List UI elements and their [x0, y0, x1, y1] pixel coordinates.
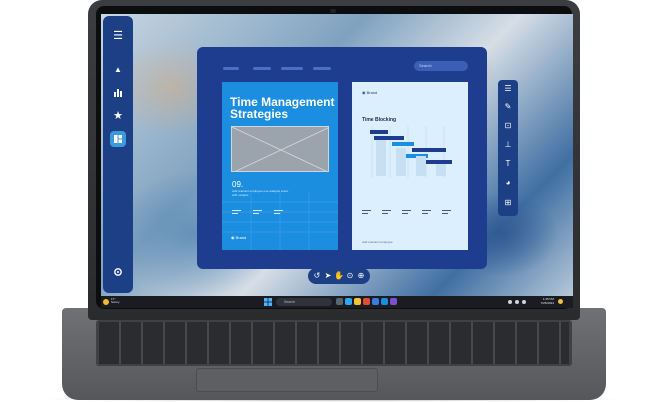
mail-icon[interactable]: [372, 298, 379, 305]
taskbar-clock[interactable]: 1:45 PM 7/25/2024: [532, 297, 554, 305]
block-1: [370, 130, 388, 134]
block-3: [392, 142, 414, 146]
nav-item-3[interactable]: [281, 67, 303, 70]
slide-title: Time Management Strategies: [230, 95, 335, 121]
weather-desc: Sunny: [111, 300, 120, 304]
star-icon[interactable]: ★: [110, 108, 126, 124]
text-icon[interactable]: T: [502, 158, 514, 170]
pie-chart-icon[interactable]: ◕: [502, 177, 514, 189]
block-col-1: [376, 140, 386, 176]
notification-icon[interactable]: [558, 299, 563, 304]
block-col-4: [436, 164, 446, 176]
crop-icon[interactable]: ⊡: [502, 120, 514, 132]
touchpad: [196, 368, 378, 392]
volume-icon[interactable]: [522, 300, 526, 304]
block-2: [374, 136, 404, 140]
slide-body-text: Add relevant employee use analysis exam …: [232, 189, 289, 197]
nav-item-4[interactable]: [313, 67, 331, 70]
slide-column-4: ▬▬▬ ▬▬: [422, 208, 431, 215]
block-col-3: [416, 156, 426, 176]
browser-icon[interactable]: [345, 298, 352, 305]
slide-footer: Add relevant employee: [362, 240, 393, 244]
block-4: [412, 148, 446, 152]
editing-toolbar: ☰ ✎ ⊡ ⊥ T ◕ ⊞: [498, 80, 518, 216]
slide-column-3: ▬▬▬ ▬▬: [274, 208, 283, 215]
app-sidebar: ☰ ▲ ★: [103, 16, 133, 293]
taskbar-search[interactable]: Search: [276, 298, 332, 306]
task-view-icon[interactable]: [336, 298, 343, 305]
slide-column-3: ▬▬▬ ▬▬: [402, 208, 411, 215]
block-col-2: [396, 148, 406, 176]
bar-chart-icon[interactable]: [110, 84, 126, 100]
clock-date: 7/25/2024: [540, 300, 554, 305]
tray-icon-1[interactable]: [508, 300, 512, 304]
nav-item-1[interactable]: [223, 67, 239, 70]
block-6: [422, 160, 452, 164]
slide-column-1: ▬▬▬ ▬▬: [362, 208, 371, 215]
slide-logo: ◉ Brand: [231, 235, 247, 240]
teams-icon[interactable]: [390, 298, 397, 305]
slide-column-2: ▬▬▬ ▬▬: [382, 208, 391, 215]
slide-column-2: ▬▬▬ ▬▬: [253, 208, 262, 215]
windows-start-icon[interactable]: [264, 298, 272, 306]
bottom-toolbar: ↺ ➤ ✋ ⊙ ⊕: [308, 268, 370, 284]
add-icon[interactable]: ⊕: [355, 270, 367, 282]
slide-column-5: ▬▬▬ ▬▬: [442, 208, 451, 215]
slide-column-1: ▬▬▬ ▬▬: [232, 208, 241, 215]
nav-item-2[interactable]: [253, 67, 271, 70]
menu-icon[interactable]: ☰: [110, 28, 126, 44]
webcam: [330, 9, 336, 13]
sun-icon[interactable]: [103, 299, 109, 305]
gear-icon[interactable]: [110, 264, 126, 280]
image-placeholder: [231, 126, 329, 172]
slide-number: 09.: [232, 180, 244, 189]
weather-widget[interactable]: 17° Sunny: [111, 298, 120, 304]
time-blocking-chart: [370, 126, 452, 178]
triangle-icon[interactable]: ▲: [110, 62, 126, 78]
slide-logo: ◉ Brand: [362, 90, 378, 95]
list-icon[interactable]: ☰: [502, 83, 514, 95]
slide-title: Time Blocking: [362, 117, 397, 123]
layout-icon[interactable]: [110, 131, 126, 147]
wifi-icon[interactable]: [515, 300, 519, 304]
store-icon[interactable]: [363, 298, 370, 305]
transform-icon[interactable]: ⊞: [502, 197, 514, 209]
search-input[interactable]: Search: [414, 61, 468, 71]
pen-icon[interactable]: ✎: [502, 101, 514, 113]
keyboard-keys: [99, 322, 569, 364]
align-icon[interactable]: ⊥: [502, 139, 514, 151]
app-icon[interactable]: [381, 298, 388, 305]
folder-icon[interactable]: [354, 298, 361, 305]
